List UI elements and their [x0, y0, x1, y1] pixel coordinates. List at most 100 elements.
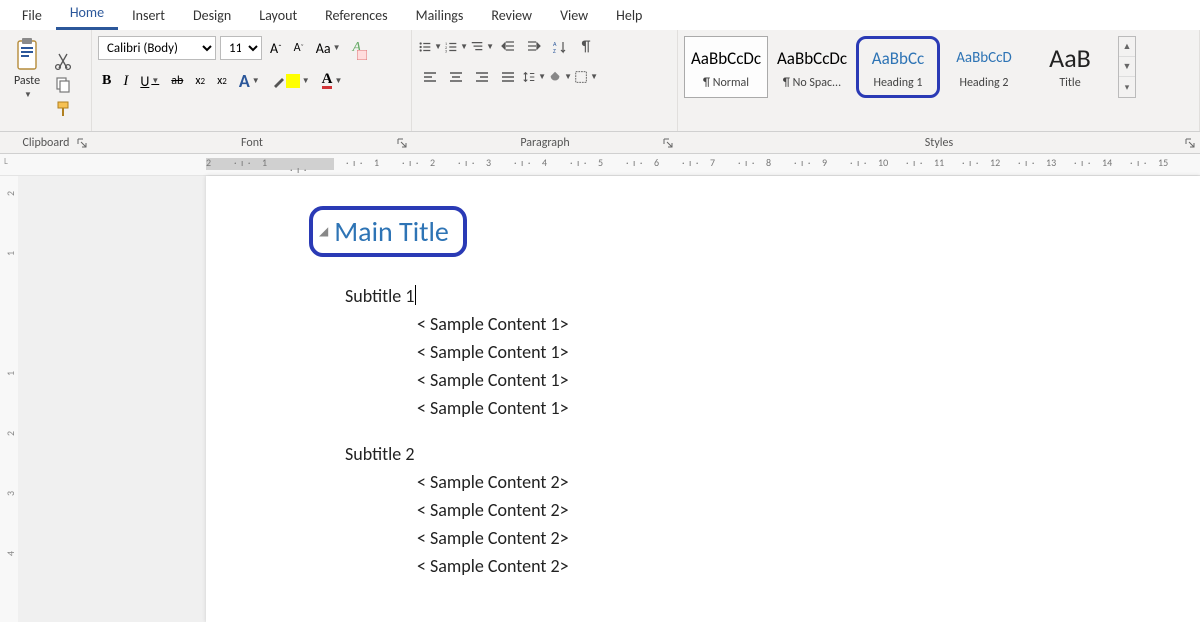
- tab-layout[interactable]: Layout: [245, 3, 311, 30]
- copy-button[interactable]: [54, 76, 72, 94]
- bullets-button[interactable]: ▼: [418, 36, 442, 58]
- style-tile--normal[interactable]: AaBbCcDc¶ Normal: [684, 36, 768, 98]
- style-name: ¶ Normal: [703, 76, 749, 90]
- svg-text:Z: Z: [553, 47, 556, 55]
- content-line[interactable]: < Sample Content 2>: [417, 471, 1200, 493]
- document-page[interactable]: ◢ Main Title Subtitle 1 < Sample Content…: [206, 176, 1200, 622]
- paragraph-launcher[interactable]: [662, 137, 674, 149]
- heading-main-title[interactable]: Main Title: [334, 214, 449, 249]
- style-tile-heading-1[interactable]: AaBbCcHeading 1: [856, 36, 940, 98]
- group-label-clipboard: Clipboard: [23, 136, 70, 150]
- numbering-button[interactable]: 123▼: [444, 36, 468, 58]
- underline-button[interactable]: U▼: [136, 71, 163, 92]
- chevron-down-icon: ▼: [538, 72, 546, 82]
- paste-button[interactable]: Paste ▼: [6, 36, 48, 131]
- tab-review[interactable]: Review: [477, 3, 546, 30]
- vertical-ruler[interactable]: 211234: [0, 176, 18, 622]
- highlight-swatch: [286, 74, 300, 88]
- style-preview: AaBbCc: [872, 44, 924, 72]
- subscript-button[interactable]: x2: [191, 72, 209, 90]
- document-workspace: 211234 ◢ Main Title Subtitle 1 < Sample …: [0, 176, 1200, 622]
- styles-scroll[interactable]: ▲▼▾: [1118, 36, 1136, 98]
- styles-launcher[interactable]: [1184, 137, 1196, 149]
- increase-font-size-button[interactable]: Aˆ: [266, 38, 286, 59]
- styles-expand-icon[interactable]: ▾: [1119, 77, 1135, 97]
- chevron-down-icon: ▼: [24, 90, 32, 100]
- tab-references[interactable]: References: [311, 3, 401, 30]
- text-effects-button[interactable]: A▼: [235, 68, 264, 94]
- superscript-button[interactable]: x2: [213, 72, 231, 90]
- chevron-down-icon: ▼: [434, 42, 442, 52]
- chevron-down-icon: ▼: [252, 76, 260, 86]
- content-line[interactable]: < Sample Content 1>: [417, 313, 1200, 335]
- show-paragraph-marks-button[interactable]: ¶: [574, 36, 598, 58]
- clear-formatting-button[interactable]: A: [349, 38, 366, 58]
- content-line[interactable]: < Sample Content 1>: [417, 397, 1200, 419]
- strikethrough-button[interactable]: ab: [167, 72, 187, 90]
- ribbon-group-labels: Clipboard Font Paragraph Styles: [0, 132, 1200, 154]
- content-line[interactable]: < Sample Content 2>: [417, 555, 1200, 577]
- tab-file[interactable]: File: [8, 3, 56, 30]
- tab-home[interactable]: Home: [56, 0, 118, 30]
- tab-help[interactable]: Help: [602, 3, 656, 30]
- chevron-down-icon: ▼: [460, 42, 468, 52]
- cut-button[interactable]: [54, 52, 72, 70]
- group-label-paragraph: Paragraph: [520, 136, 569, 150]
- shading-button[interactable]: ▼: [548, 66, 572, 88]
- clipboard-icon: [13, 38, 41, 72]
- line-spacing-button[interactable]: ▼: [522, 66, 546, 88]
- chevron-down-icon: ▼: [486, 42, 494, 52]
- chevron-up-icon[interactable]: ▲: [1119, 37, 1135, 57]
- sort-button[interactable]: AZ: [548, 36, 572, 58]
- tab-insert[interactable]: Insert: [118, 3, 179, 30]
- group-styles: AaBbCcDc¶ NormalAaBbCcDc¶ No Spac...AaBb…: [678, 30, 1200, 131]
- content-line[interactable]: < Sample Content 2>: [417, 527, 1200, 549]
- highlight-button[interactable]: ▼: [268, 72, 314, 90]
- italic-button[interactable]: I: [119, 71, 132, 92]
- decrease-indent-button[interactable]: [496, 36, 520, 58]
- text-cursor: [415, 285, 416, 305]
- style-tile-title[interactable]: AaBTitle: [1028, 36, 1112, 98]
- tab-view[interactable]: View: [546, 3, 602, 30]
- heading-subtitle-2[interactable]: Subtitle 2: [345, 443, 1200, 465]
- justify-button[interactable]: [496, 66, 520, 88]
- bold-button[interactable]: B: [98, 71, 115, 91]
- paste-label: Paste: [14, 74, 40, 88]
- font-family-select[interactable]: Calibri (Body): [98, 36, 216, 60]
- style-name: Title: [1059, 76, 1080, 90]
- decrease-font-size-button[interactable]: Aˇ: [290, 39, 308, 57]
- chevron-down-icon: ▼: [333, 43, 341, 53]
- align-center-button[interactable]: [444, 66, 468, 88]
- format-painter-button[interactable]: [54, 100, 72, 118]
- content-line[interactable]: < Sample Content 2>: [417, 499, 1200, 521]
- chevron-down-icon[interactable]: ▼: [1119, 57, 1135, 77]
- group-font: Calibri (Body) 11 Aˆ Aˇ Aa▼ A B I: [92, 30, 412, 131]
- chevron-down-icon: ▼: [334, 76, 342, 86]
- heading-subtitle-1[interactable]: Subtitle 1: [345, 285, 1200, 307]
- increase-indent-button[interactable]: [522, 36, 546, 58]
- content-line[interactable]: < Sample Content 1>: [417, 369, 1200, 391]
- font-launcher[interactable]: [396, 137, 408, 149]
- font-color-button[interactable]: A▼: [318, 71, 347, 91]
- content-line[interactable]: < Sample Content 1>: [417, 341, 1200, 363]
- tab-mailings[interactable]: Mailings: [402, 3, 478, 30]
- align-right-button[interactable]: [470, 66, 494, 88]
- group-paragraph: ▼ 123▼ ▼ AZ ¶ ▼ ▼ ▼: [412, 30, 678, 131]
- style-tile--no-spac-[interactable]: AaBbCcDc ¶ No Spac...: [770, 36, 854, 98]
- horizontal-ruler[interactable]: L 2· ı ·1· ı ·· ı ·1· ı ·2· ı ·3· ı ·4· …: [0, 154, 1200, 176]
- font-size-select[interactable]: 11: [220, 36, 262, 60]
- collapse-triangle-icon[interactable]: ◢: [319, 224, 328, 239]
- change-case-button[interactable]: Aa▼: [312, 38, 345, 59]
- style-name: ¶ No Spac...: [783, 76, 841, 90]
- group-label-styles: Styles: [925, 136, 953, 150]
- align-left-button[interactable]: [418, 66, 442, 88]
- borders-button[interactable]: ▼: [574, 66, 598, 88]
- multilevel-list-button[interactable]: ▼: [470, 36, 494, 58]
- clipboard-launcher[interactable]: [76, 137, 88, 149]
- main-title-highlight: ◢ Main Title: [309, 206, 467, 257]
- ribbon-tabs: File Home Insert Design Layout Reference…: [0, 0, 1200, 30]
- tab-design[interactable]: Design: [179, 3, 245, 30]
- style-tile-heading-2[interactable]: AaBbCcDHeading 2: [942, 36, 1026, 98]
- highlighter-icon: [272, 74, 286, 88]
- style-preview: AaBbCcDc: [777, 44, 847, 72]
